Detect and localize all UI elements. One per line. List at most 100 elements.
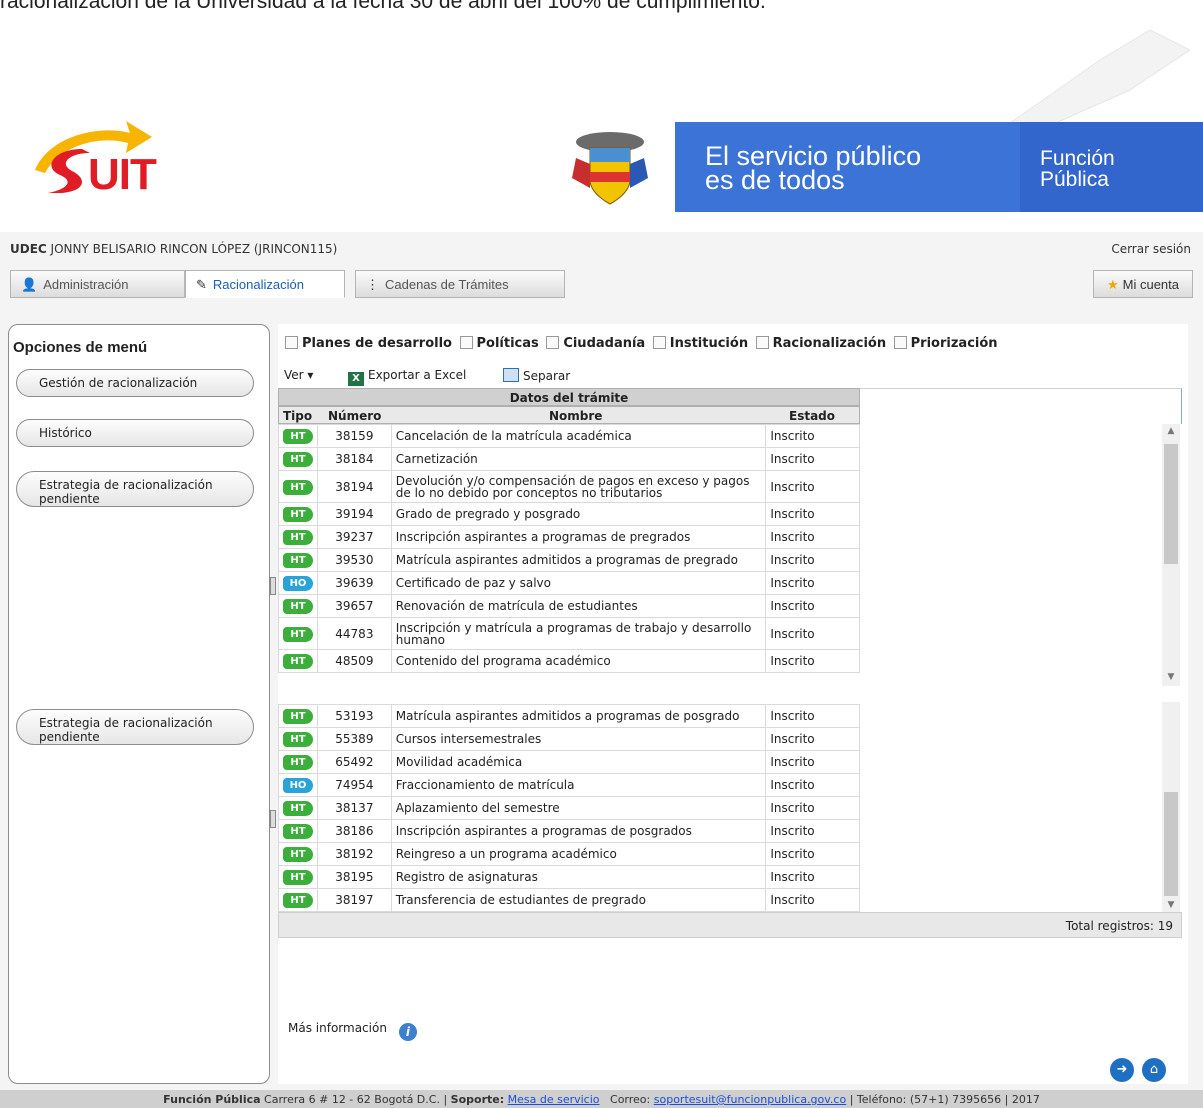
table-row[interactable]: HT 44783 Inscripción y matrícula a program…	[278, 617, 860, 650]
export-excel-button[interactable]: X Exportar a Excel	[348, 368, 466, 386]
banner-entity-name: Función Pública	[1040, 147, 1115, 191]
estado-cell: Inscrito	[765, 571, 860, 595]
table-row[interactable]: HT 38194 Devolución y/o compensación de pa…	[278, 470, 860, 503]
tab-cadenas-tramites[interactable]: ⋮ Cadenas de Trámites	[355, 270, 565, 298]
grid-scrollbar-2[interactable]: ▼	[1162, 702, 1180, 912]
table-row[interactable]: HT 38186 Inscripción aspirantes a programa…	[278, 819, 860, 843]
more-info[interactable]: Más información i	[288, 1021, 417, 1041]
tipo-badge-icon: HT	[283, 654, 313, 669]
table-row[interactable]: HT 55389 Cursos intersemestrales Inscrito	[278, 727, 860, 751]
estado-cell: Inscrito	[765, 819, 860, 843]
sidebar-item-gestion[interactable]: Gestión de racionalización	[16, 369, 254, 397]
collapse-sidebar-handle[interactable]	[270, 577, 276, 595]
name-cell: Reingreso a un programa académico	[390, 842, 767, 866]
table-row[interactable]: HT 39194 Grado de pregrado y posgrado Inscr…	[278, 502, 860, 526]
estado-cell: Inscrito	[765, 773, 860, 797]
table-row[interactable]: HT 38137 Aplazamiento del semestre Inscrito	[278, 796, 860, 820]
view-menu-button[interactable]: Ver ▾	[284, 368, 313, 382]
estado-cell: Inscrito	[765, 594, 860, 618]
tab-racionalizacion[interactable]: ✎ Racionalización	[185, 270, 345, 298]
num-cell: 39237	[317, 525, 392, 549]
scroll-thumb[interactable]	[1164, 444, 1178, 564]
tipo-cell: HT	[278, 548, 318, 572]
name-cell: Transferencia de estudiantes de pregrado	[390, 888, 767, 912]
table-row[interactable]: HT 39530 Matrícula aspirantes admitidos a …	[278, 548, 860, 572]
table-row[interactable]: HT 39657 Renovación de matrícula de estudi…	[278, 594, 860, 618]
table-row[interactable]: HO 39639 Certificado de paz y salvo Inscrit…	[278, 571, 860, 595]
next-arrow-icon[interactable]: ➜	[1110, 1058, 1134, 1082]
tipo-cell: HT	[278, 888, 318, 912]
tree-icon: ⋮	[366, 277, 379, 292]
app-container: UDEC JONNY BELISARIO RINCON LÓPEZ (JRINC…	[0, 232, 1203, 1108]
num-cell: 39639	[317, 571, 392, 595]
num-cell: 38184	[317, 447, 392, 471]
estado-cell: Inscrito	[765, 525, 860, 549]
tipo-cell: HT	[278, 525, 318, 549]
home-icon[interactable]: ⌂	[1142, 1058, 1166, 1082]
sidebar-item-historico[interactable]: Histórico	[16, 419, 254, 447]
name-cell: Inscripción aspirantes a programas de pr…	[390, 525, 767, 549]
col-estado[interactable]: Estado	[789, 409, 835, 423]
logout-link[interactable]: Cerrar sesión	[1111, 242, 1191, 256]
table-row[interactable]: HT 53193 Matrícula aspirantes admitidos a …	[278, 704, 860, 728]
num-cell: 53193	[317, 704, 392, 728]
name-cell: Matrícula aspirantes admitidos a program…	[390, 548, 767, 572]
estado-cell: Inscrito	[765, 649, 860, 673]
estado-cell: Inscrito	[765, 470, 860, 503]
email-link[interactable]: soportesuit@funcionpublica.gov.co	[654, 1093, 846, 1106]
table-row[interactable]: HT 39237 Inscripción aspirantes a programa…	[278, 525, 860, 549]
sidebar-item-estrategia-repeat[interactable]: Estrategia de racionalización pendiente	[16, 709, 254, 745]
government-banner: El servicio público es de todos Función …	[675, 122, 1203, 212]
tipo-badge-icon: HT	[283, 824, 313, 839]
info-icon[interactable]: i	[398, 1023, 417, 1041]
tipo-badge-icon: HT	[283, 553, 313, 568]
main-content: Planes de desarrollo Políticas Ciudadaní…	[278, 324, 1188, 1084]
scroll-down-icon[interactable]: ▼	[1164, 898, 1178, 912]
my-account-button[interactable]: ★ Mi cuenta	[1093, 270, 1193, 298]
tipo-cell: HO	[278, 571, 318, 595]
table-row[interactable]: HT 38195 Registro de asignaturas Inscrito	[278, 865, 860, 889]
tab-administracion[interactable]: 👤 Administración	[10, 270, 185, 298]
col-tipo[interactable]: Tipo	[283, 409, 312, 423]
num-cell: 38137	[317, 796, 392, 820]
col-numero[interactable]: Número	[328, 409, 381, 423]
document-text-fragment: racionalización de la Universidad a la f…	[0, 0, 766, 13]
tipo-badge-icon: HT	[283, 599, 313, 614]
tipo-badge-icon: HT	[283, 429, 313, 444]
filter-checkbox[interactable]	[893, 336, 907, 349]
filter-checkbox[interactable]	[459, 336, 473, 349]
split-button[interactable]: Separar	[503, 368, 570, 383]
table-row[interactable]: HT 38197 Transferencia de estudiantes de p…	[278, 888, 860, 912]
scroll-down-icon[interactable]: ▼	[1164, 670, 1178, 684]
tipo-cell: HT	[278, 424, 318, 448]
banner-slogan: El servicio público es de todos	[705, 141, 922, 195]
grid-scrollbar[interactable]: ▲ ▼	[1162, 424, 1180, 686]
sidebar-item-estrategia[interactable]: Estrategia de racionalización pendiente	[16, 471, 254, 507]
name-cell: Matrícula aspirantes admitidos a program…	[390, 704, 767, 728]
table-row[interactable]: HO 74954 Fraccionamiento de matrícula Inscr…	[278, 773, 860, 797]
tipo-badge-icon: HO	[283, 576, 313, 591]
collapse-sidebar-handle-2[interactable]	[270, 810, 276, 828]
filter-checkbox[interactable]	[285, 336, 298, 349]
table-row[interactable]: HT 65492 Movilidad académica Inscrito	[278, 750, 860, 774]
filter-checkbox[interactable]	[755, 336, 769, 349]
tipo-cell: HT	[278, 796, 318, 820]
tipo-cell: HT	[278, 594, 318, 618]
table-row[interactable]: HT 38192 Reingreso a un programa académico…	[278, 842, 860, 866]
tipo-badge-icon: HT	[283, 870, 313, 885]
num-cell: 39194	[317, 502, 392, 526]
scroll-up-icon[interactable]: ▲	[1164, 424, 1178, 438]
tipo-cell: HO	[278, 773, 318, 797]
scroll-thumb[interactable]	[1164, 792, 1178, 896]
support-link[interactable]: Mesa de servicio	[508, 1093, 600, 1106]
col-nombre[interactable]: Nombre	[549, 409, 602, 423]
star-icon: ★	[1106, 277, 1119, 292]
grid-column-headers: Tipo Número Nombre Estado	[278, 406, 860, 424]
num-cell: 39530	[317, 548, 392, 572]
table-row[interactable]: HT 38184 Carnetización Inscrito	[278, 447, 860, 471]
filter-checkbox[interactable]	[652, 336, 666, 349]
filter-checkbox[interactable]	[546, 336, 560, 349]
table-row[interactable]: HT 48509 Contenido del programa académico I…	[278, 649, 860, 673]
table-row[interactable]: HT 38159 Cancelación de la matrícula acadé…	[278, 424, 860, 448]
total-records: Total registros: 19	[1065, 919, 1173, 933]
